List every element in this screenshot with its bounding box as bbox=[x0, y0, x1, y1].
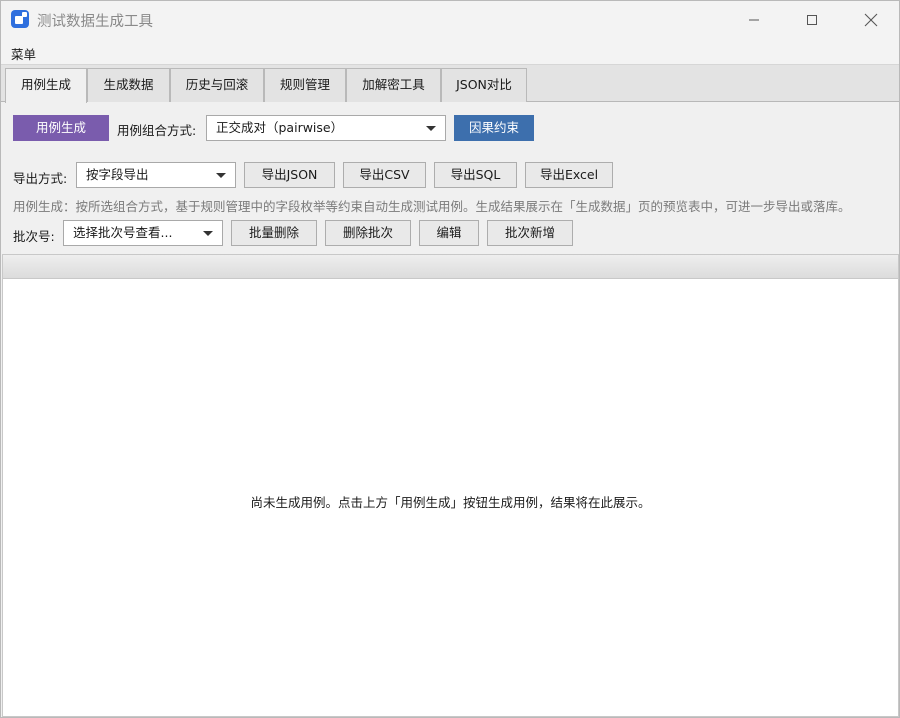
export-csv-button[interactable]: 导出CSV bbox=[343, 162, 426, 188]
app-icon bbox=[11, 10, 29, 28]
tab-history-rollback[interactable]: 历史与回滚 bbox=[170, 68, 264, 102]
tab-bar: 用例生成 生成数据 历史与回滚 规则管理 加解密工具 JSON对比 bbox=[1, 65, 899, 103]
export-mode-label: 导出方式: bbox=[13, 171, 68, 186]
export-json-button[interactable]: 导出JSON bbox=[244, 162, 335, 188]
empty-state-message: 尚未生成用例。点击上方「用例生成」按钮生成用例，结果将在此展示。 bbox=[250, 495, 651, 510]
maximize-button[interactable] bbox=[783, 1, 841, 38]
chevron-down-icon bbox=[426, 126, 436, 131]
table-header bbox=[3, 255, 898, 279]
tab-content: 用例生成 用例组合方式: 正交成对（pairwise） 因果约束 导出方式: 按… bbox=[1, 102, 899, 717]
combo-mode-label: 用例组合方式: bbox=[117, 123, 197, 138]
generate-cases-button[interactable]: 用例生成 bbox=[13, 115, 109, 141]
title-bar[interactable]: 测试数据生成工具 bbox=[1, 1, 899, 38]
chevron-down-icon bbox=[203, 231, 213, 236]
add-batch-button[interactable]: 批次新增 bbox=[487, 220, 573, 246]
batch-select[interactable]: 选择批次号查看... bbox=[63, 220, 223, 246]
export-sql-button[interactable]: 导出SQL bbox=[434, 162, 517, 188]
minimize-button[interactable] bbox=[725, 1, 783, 38]
menu-item[interactable]: 菜单 bbox=[11, 44, 36, 63]
bulk-delete-button[interactable]: 批量删除 bbox=[231, 220, 317, 246]
app-window: 测试数据生成工具 菜单 用例生成 生成数据 历史与回滚 规则管理 加解密工具 J… bbox=[0, 0, 900, 718]
causal-constraint-button[interactable]: 因果约束 bbox=[454, 115, 534, 141]
tab-generated-data[interactable]: 生成数据 bbox=[87, 68, 170, 102]
menu-bar: 菜单 bbox=[1, 38, 899, 65]
close-button[interactable] bbox=[842, 1, 899, 38]
results-table[interactable]: 尚未生成用例。点击上方「用例生成」按钮生成用例，结果将在此展示。 bbox=[2, 254, 899, 717]
chevron-down-icon bbox=[216, 173, 226, 178]
hint-text: 用例生成：按所选组合方式，基于规则管理中的字段枚举等约束自动生成测试用例。生成结… bbox=[13, 199, 851, 214]
window-title: 测试数据生成工具 bbox=[37, 14, 153, 30]
export-mode-select[interactable]: 按字段导出 bbox=[76, 162, 236, 188]
tab-rule-management[interactable]: 规则管理 bbox=[264, 68, 346, 102]
delete-batch-button[interactable]: 删除批次 bbox=[325, 220, 411, 246]
tab-json-compare[interactable]: JSON对比 bbox=[441, 68, 527, 102]
close-icon bbox=[864, 13, 878, 26]
edit-button[interactable]: 编辑 bbox=[419, 220, 479, 246]
tab-crypto-tool[interactable]: 加解密工具 bbox=[346, 68, 441, 102]
maximize-icon bbox=[807, 14, 817, 25]
minimize-icon bbox=[749, 19, 759, 20]
combo-mode-value: 正交成对（pairwise） bbox=[216, 120, 344, 135]
tab-case-generation[interactable]: 用例生成 bbox=[5, 68, 87, 103]
batch-placeholder: 选择批次号查看... bbox=[73, 225, 173, 240]
export-excel-button[interactable]: 导出Excel bbox=[525, 162, 613, 188]
combo-mode-select[interactable]: 正交成对（pairwise） bbox=[206, 115, 446, 141]
batch-label: 批次号: bbox=[13, 229, 55, 244]
export-mode-value: 按字段导出 bbox=[86, 167, 149, 182]
